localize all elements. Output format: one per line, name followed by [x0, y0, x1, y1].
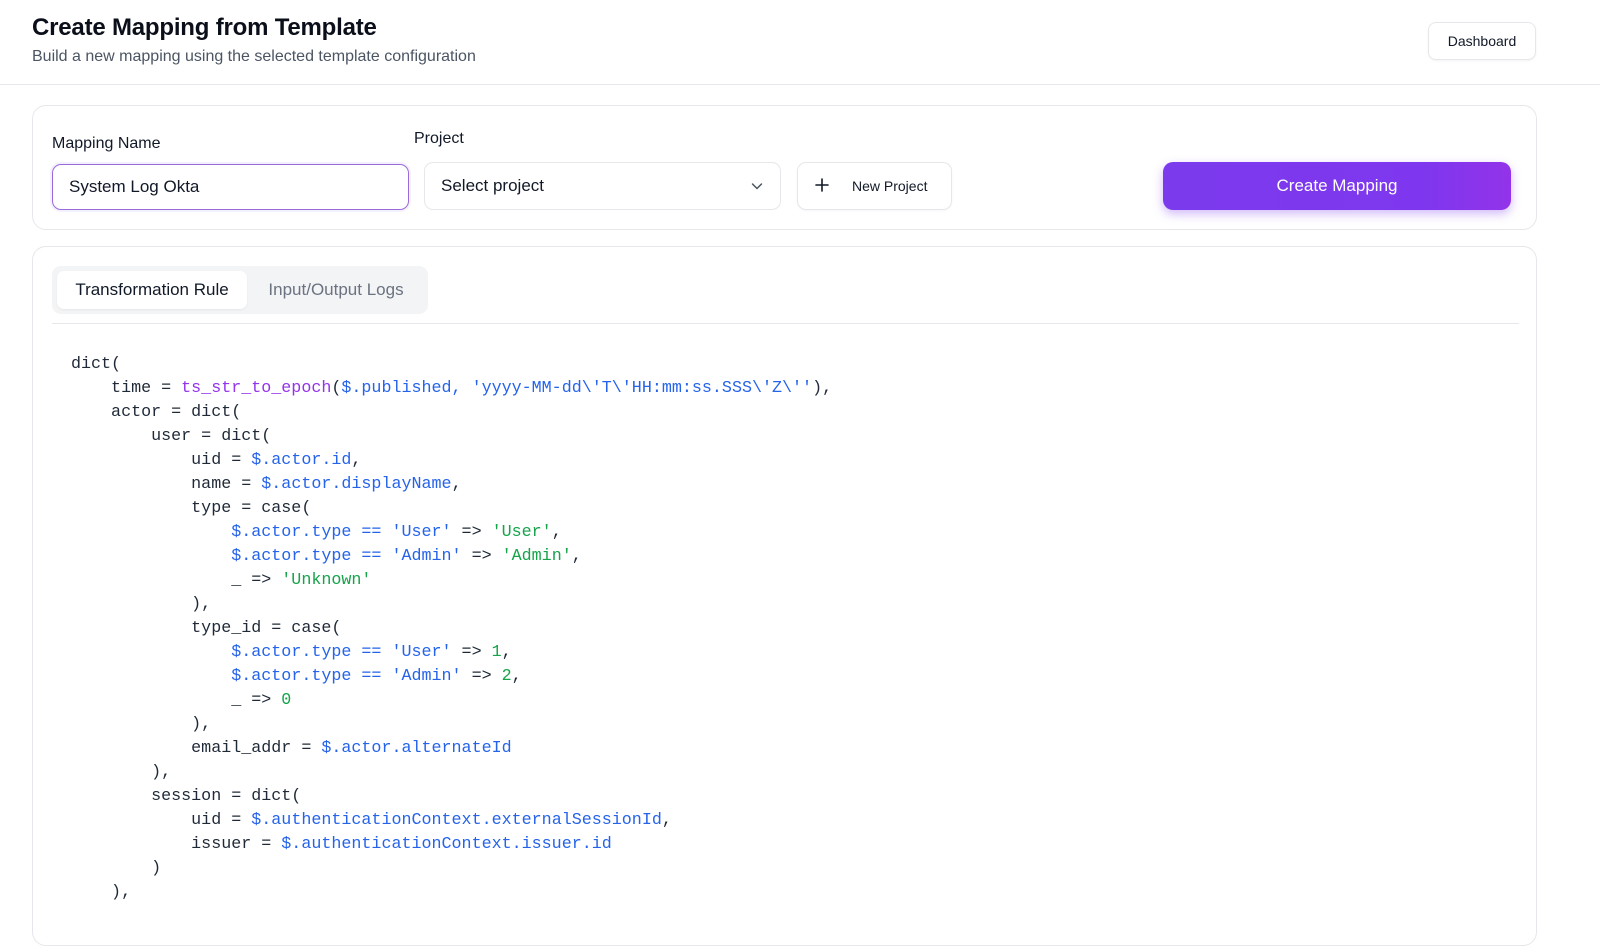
code-token: (	[331, 379, 342, 398]
code-token: ),	[71, 715, 212, 734]
code-token: actor = dict(	[71, 403, 242, 422]
project-select-value: Select project	[441, 176, 544, 195]
code-token: ),	[812, 379, 833, 398]
code-token: email_addr =	[71, 739, 322, 758]
code-token: 'Unknown'	[281, 571, 372, 590]
mapping-form-card: Mapping Name Project Select project New …	[32, 105, 1537, 230]
code-line: type = case(	[71, 497, 1511, 521]
create-mapping-button[interactable]: Create Mapping	[1163, 162, 1511, 210]
project-select[interactable]: Select project	[424, 162, 781, 210]
code-line: )	[71, 857, 1511, 881]
code-line: $.actor.type == 'Admin' => 'Admin',	[71, 545, 1511, 569]
code-token: ,	[501, 643, 512, 662]
tab-list: Transformation Rule Input/Output Logs	[52, 266, 428, 314]
code-token: =>	[461, 547, 502, 566]
code-line: ),	[71, 881, 1511, 905]
code-token: type_id = case(	[71, 619, 342, 638]
code-token: 2	[501, 667, 512, 686]
code-token: ,	[351, 451, 362, 470]
code-token: ),	[71, 595, 212, 614]
code-token: ),	[71, 883, 132, 902]
code-token: _ =>	[71, 571, 282, 590]
page-subtitle: Build a new mapping using the selected t…	[32, 48, 476, 65]
code-line: actor = dict(	[71, 401, 1511, 425]
new-project-label: New Project	[852, 178, 928, 194]
code-token: $.published, 'yyyy-MM-dd\'T\'HH:mm:ss.SS…	[341, 379, 813, 398]
code-token: uid =	[71, 451, 252, 470]
code-token: issuer =	[71, 835, 282, 854]
code-line: ),	[71, 593, 1511, 617]
code-line: ),	[71, 713, 1511, 737]
code-editor[interactable]: dict( time = ts_str_to_epoch($.published…	[71, 353, 1511, 943]
code-line: uid = $.authenticationContext.externalSe…	[71, 809, 1511, 833]
code-token: 0	[281, 691, 292, 710]
code-token: 'User'	[491, 523, 552, 542]
code-token: $.actor.type == 'Admin'	[231, 667, 462, 686]
code-token: ,	[551, 523, 562, 542]
code-token: ,	[571, 547, 582, 566]
code-token: =>	[451, 643, 492, 662]
code-line: name = $.actor.displayName,	[71, 473, 1511, 497]
code-line: type_id = case(	[71, 617, 1511, 641]
code-token: $.actor.type == 'User'	[231, 643, 452, 662]
code-token: =>	[451, 523, 492, 542]
code-line: uid = $.actor.id,	[71, 449, 1511, 473]
code-token: $.actor.alternateId	[321, 739, 512, 758]
code-line: $.actor.type == 'User' => 1,	[71, 641, 1511, 665]
code-token: 1	[491, 643, 502, 662]
code-token: $.actor.type == 'Admin'	[231, 547, 462, 566]
code-token: time =	[71, 379, 182, 398]
new-project-button[interactable]: New Project	[797, 162, 952, 210]
code-line: user = dict(	[71, 425, 1511, 449]
code-token: uid =	[71, 811, 252, 830]
code-line: dict(	[71, 353, 1511, 377]
tab-input-output-logs[interactable]: Input/Output Logs	[250, 271, 422, 309]
code-token: type = case(	[71, 499, 312, 518]
page-header: Create Mapping from Template Build a new…	[0, 0, 1600, 85]
tab-divider	[52, 323, 1519, 324]
code-token: $.actor.type == 'User'	[231, 523, 452, 542]
code-token: )	[71, 859, 162, 878]
code-token: $.actor.displayName	[261, 475, 452, 494]
code-token: 'Admin'	[501, 547, 572, 566]
mapping-name-label: Mapping Name	[52, 135, 161, 152]
chevron-down-icon	[751, 183, 763, 190]
code-line: issuer = $.authenticationContext.issuer.…	[71, 833, 1511, 857]
code-token: dict(	[71, 355, 122, 374]
code-line: _ => 0	[71, 689, 1511, 713]
editor-card: Transformation Rule Input/Output Logs di…	[32, 246, 1537, 946]
code-token: ts_str_to_epoch	[181, 379, 332, 398]
code-token: ,	[451, 475, 462, 494]
code-token: name =	[71, 475, 262, 494]
code-line: ),	[71, 761, 1511, 785]
code-token: _ =>	[71, 691, 282, 710]
code-token: user = dict(	[71, 427, 272, 446]
dashboard-button[interactable]: Dashboard	[1428, 22, 1536, 60]
tab-transformation-rule[interactable]: Transformation Rule	[57, 271, 247, 309]
mapping-name-input[interactable]	[52, 164, 409, 210]
code-line: session = dict(	[71, 785, 1511, 809]
project-label: Project	[414, 130, 464, 147]
code-line: email_addr = $.actor.alternateId	[71, 737, 1511, 761]
code-line: $.actor.type == 'User' => 'User',	[71, 521, 1511, 545]
code-token: ,	[661, 811, 672, 830]
plus-icon	[814, 175, 834, 197]
code-token: $.actor.id	[251, 451, 352, 470]
code-line: time = ts_str_to_epoch($.published, 'yyy…	[71, 377, 1511, 401]
code-token: =>	[461, 667, 502, 686]
code-line: _ => 'Unknown'	[71, 569, 1511, 593]
code-token: ),	[71, 763, 172, 782]
code-token: $.authenticationContext.externalSessionI…	[251, 811, 662, 830]
code-token: session = dict(	[71, 787, 302, 806]
code-token: $.authenticationContext.issuer.id	[281, 835, 612, 854]
code-token: ,	[511, 667, 522, 686]
page-title: Create Mapping from Template	[32, 14, 377, 41]
code-line: $.actor.type == 'Admin' => 2,	[71, 665, 1511, 689]
